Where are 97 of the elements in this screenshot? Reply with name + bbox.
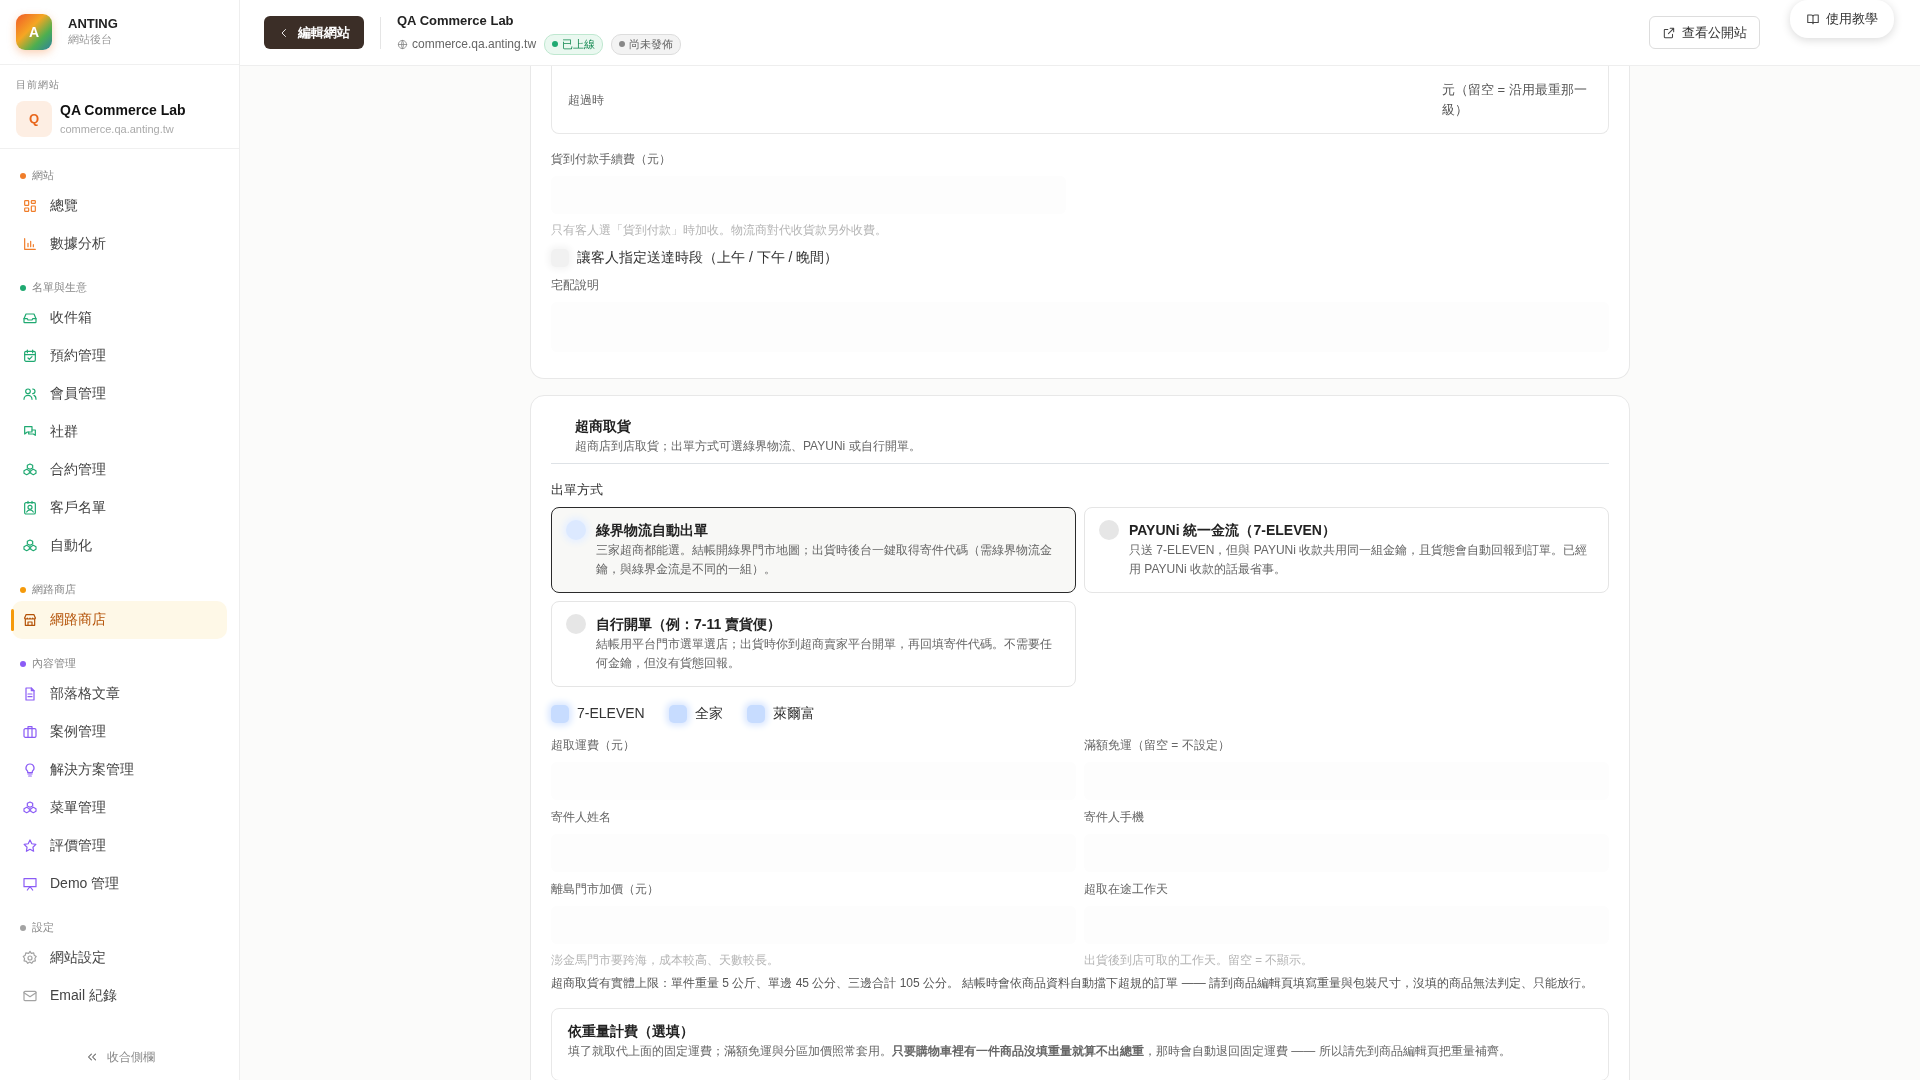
sidebar-item[interactable]: Demo 管理 [12,864,227,903]
status-badge: 已上線 [544,34,604,55]
site-domain: commerce.qa.anting.tw [60,122,175,137]
checkbox[interactable] [668,704,687,723]
field-label: 超取運費（元） [551,737,636,755]
external-link-icon [1662,25,1676,40]
globe-icon [397,38,408,50]
site-avatar: Q [16,100,52,137]
checkbox[interactable] [746,704,765,723]
section-description: 超商店到店取貨；出單方式可選綠界物流、PAYUNi 或自行開單。 [575,437,922,455]
site-title: QA Commerce Lab [397,11,515,30]
sidebar-item[interactable]: 解決方案管理 [12,750,227,789]
section-title: 內容管理 [32,656,76,672]
field-label: 寄件人手機 [1084,809,1145,827]
sidebar-item[interactable]: 數據分析 [12,224,227,263]
option-title: 綠界物流自動出單 [596,521,709,541]
option-description: 三家超商都能選。結帳開綠界門市地圖；出貨時後台一鍵取得寄件代碼（需綠界物流金鑰，與綠界金流是不同的一組）。 [596,542,1053,579]
help-button[interactable]: 使用教學 [1790,0,1894,38]
back-button[interactable]: 編輯網站 [264,15,364,50]
radio-button[interactable] [566,614,586,635]
view-site-button[interactable]: 查看公開站 [1649,15,1760,50]
section-title: 依重量計費（選填） [568,1021,695,1041]
option-label: 全家 [694,704,723,724]
field-label: 滿額免運（留空 = 不設定） [1084,737,1231,755]
field-label: 超過時 [568,91,604,109]
section-title: 名單與生意 [32,280,87,296]
field-label: 超取在途工作天 [1084,881,1169,899]
brand-subtitle: 網站後台 [68,31,113,47]
section-description: 填了就取代上面的固定運費；滿額免運與分區加價照常套用。只要購物車裡有一件商品沒填重量就算不出總重，那時會自動退回固定運費 —— 所以請先到商品編輯頁把重量補齊。 [568,1042,1512,1060]
calendar-icon [22,347,38,364]
checkbox-option[interactable]: 7-ELEVEN [551,703,645,725]
grid-icon [22,197,38,214]
notice-text: 超商取貨有實體上限：單件重量 5 公斤、單邊 45 公分、三邊合計 105 公分。 結帳時會依商品資料自動擋下超規的訂單 —— 請到商品編輯頁填寫重量與包裝尺寸，沒填的商品無法判定、只能放行。 [551,974,1595,992]
logo: A [16,14,52,50]
field-label: 貨到付款手續費（元） [551,151,672,168]
option-card[interactable]: 自行開單（例：7-11 賣貨便） 結帳用平台門市選單選店；出貨時你到超商賣家平台開單，再回填寄件代碼。不需要任何金鑰，但沒有貨態回報。 [551,601,1076,688]
status-badge: 尚未發佈 [611,34,682,55]
checkbox-option[interactable]: 全家 [668,703,723,725]
section-title: 超商取貨 [575,416,632,436]
storefront-icon [22,611,38,628]
brand-name: ANTING [68,16,118,31]
option-card[interactable]: PAYUNi 統一金流（7-ELEVEN） 只送 7-ELEVEN，但與 PAYUNi 收款共用同一組金鑰，且貨態會自動回報到訂單。已經用 PAYUNi 收款的話最省事。 [1084,507,1609,594]
bar-chart-icon [22,235,38,252]
sidebar-item[interactable]: 案例管理 [12,712,227,751]
option-label: 讓客人指定送達時段（上午 / 下午 / 晚間） [577,248,839,268]
option-title: PAYUNi 統一金流（7-ELEVEN） [1129,521,1337,541]
document-icon [22,685,38,702]
sidebar-item[interactable]: Email 紀錄 [12,976,227,1015]
sidebar-item[interactable]: 評價管理 [12,826,227,865]
section-title: 網站 [32,168,54,184]
cubes-icon [22,799,38,816]
sidebar-item[interactable]: 部落格文章 [12,674,227,713]
help-text: 出貨後到店可取的工作天。留空 = 不顯示。 [1084,953,1315,969]
option-label: 萊爾富 [772,704,815,724]
section-title: 網路商店 [32,582,76,598]
lightbulb-icon [22,761,38,778]
sidebar-item[interactable]: 會員管理 [12,374,227,413]
sidebar-item[interactable]: 收件箱 [12,298,227,337]
field-label: 出單方式 [551,480,604,499]
option-title: 自行開單（例：7-11 賣貨便） [596,615,783,635]
users-icon [22,385,38,402]
help-text: 澎金馬門市要跨海，成本較高、天數較長。 [551,953,780,969]
section-label: 目前網站 [16,78,61,92]
section-title: 設定 [32,920,54,936]
field-label: 宅配說明 [551,277,600,295]
site-url: commerce.qa.anting.tw [397,35,537,54]
unit-note: 元（留空 = 沿用最重那一級） [1442,81,1588,119]
sidebar-item[interactable]: 社群 [12,412,227,451]
sidebar-item[interactable]: 預約管理 [12,336,227,375]
cubes-icon [22,461,38,478]
field-label: 寄件人姓名 [551,809,612,827]
presentation-icon [22,875,38,892]
radio-button[interactable] [566,520,586,541]
sidebar-item[interactable]: 總覽 [12,186,227,225]
checkbox[interactable] [551,704,569,723]
sidebar-item[interactable]: 客戶名單 [12,488,227,527]
site-name: QA Commerce Lab [60,101,186,120]
cubes-icon [22,537,38,554]
radio-button[interactable] [1099,520,1119,541]
sidebar-item[interactable]: 合約管理 [12,450,227,489]
option-card[interactable]: 綠界物流自動出單 三家超商都能選。結帳開綠界門市地圖；出貨時後台一鍵取得寄件代碼（需綠界物流金鑰，與綠界金流是不同的一組）。 [551,507,1076,594]
sidebar-item[interactable]: 自動化 [12,526,227,565]
contact-card-icon [22,499,38,516]
sidebar-item[interactable]: 網站設定 [12,938,227,977]
option-description: 結帳用平台門市選單選店；出貨時你到超商賣家平台開單，再回填寄件代碼。不需要任何金鑰，但沒有貨態回報。 [596,636,1053,673]
checkbox-option[interactable]: 萊爾富 [746,703,815,725]
option-label: 7-ELEVEN [577,704,645,724]
briefcase-icon [22,723,38,740]
field-label: 離島門市加價（元） [551,881,660,899]
sidebar-item[interactable]: 網路商店 [12,600,227,639]
checkbox-option[interactable]: 讓客人指定送達時段（上午 / 下午 / 晚間） [551,247,1609,269]
gear-icon [22,949,38,966]
star-icon [22,837,38,854]
sidebar-item[interactable]: 菜單管理 [12,788,227,827]
help-text: 只有客人選「貨到付款」時加收。物流商對代收貨款另外收費。 [551,223,888,238]
option-description: 只送 7-ELEVEN，但與 PAYUNi 收款共用同一組金鑰，且貨態會自動回報到訂單。已經用 PAYUNi 收款的話最省事。 [1129,542,1589,579]
book-icon [1806,11,1820,26]
